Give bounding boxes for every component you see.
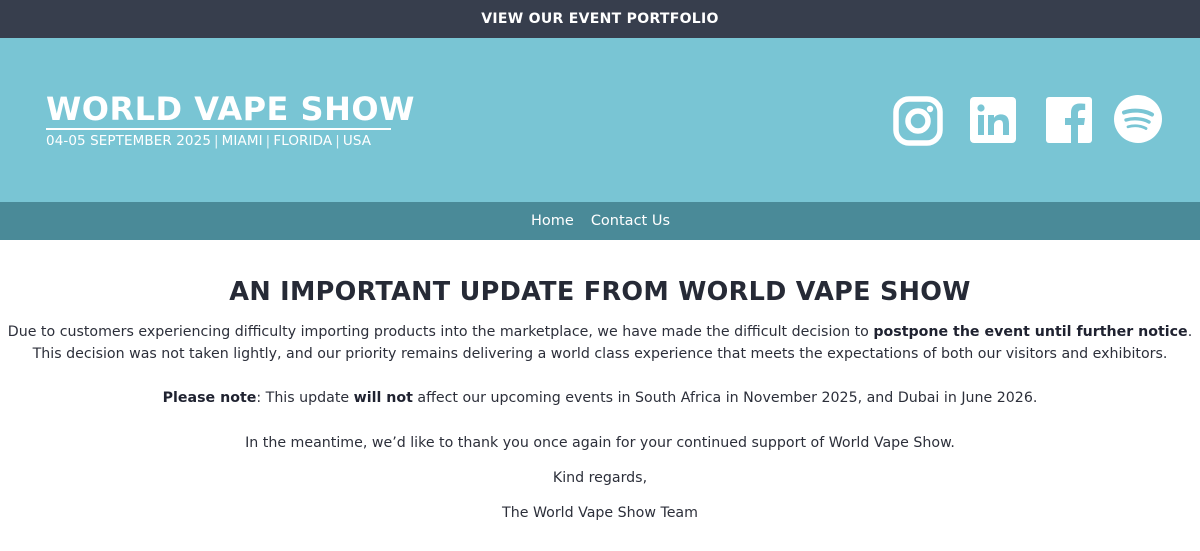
event-portfolio-link[interactable]: VIEW OUR EVENT PORTFOLIO	[0, 0, 1200, 38]
please-note-label: Please note	[162, 390, 257, 406]
linkedin-icon	[970, 97, 1016, 143]
announcement-text-end: .	[1187, 324, 1193, 340]
logo-separator: |	[214, 133, 219, 149]
logo-city: MIAMI	[221, 133, 263, 149]
facebook-link[interactable]	[1046, 97, 1092, 143]
facebook-icon	[1046, 97, 1092, 143]
kind-regards: Kind regards,	[552, 470, 648, 486]
logo-country: USA	[342, 133, 372, 149]
logo-separator: |	[335, 133, 340, 149]
announcement-text: Due to customers experiencing difficulty…	[7, 324, 874, 340]
please-note-text: : This update	[256, 390, 354, 406]
thank-you-paragraph: In the meantime, we’d like to thank you …	[245, 435, 955, 451]
announcement-paragraph: Due to customers experiencing difficulty…	[0, 321, 1200, 365]
hero-banner: WORLD VAPE SHOW 04-05 SEPTEMBER 2025 | MIA…	[0, 38, 1200, 202]
please-note-paragraph: Please note: This update will not affect…	[0, 387, 1200, 409]
logo-dates: 04-05 SEPTEMBER 2025	[46, 133, 212, 149]
page-title: AN IMPORTANT UPDATE FROM WORLD VAPE SHOW	[229, 277, 971, 307]
spotify-link[interactable]	[1113, 94, 1163, 144]
logo-subtitle: 04-05 SEPTEMBER 2025 | MIAMI | FLORIDA | USA	[46, 130, 415, 152]
instagram-icon	[893, 96, 943, 146]
signature: The World Vape Show Team	[502, 505, 698, 521]
announcement-content: AN IMPORTANT UPDATE FROM WORLD VAPE SHOW…	[0, 240, 1200, 524]
logo-separator: |	[265, 133, 271, 149]
announcement-text-line2: This decision was not taken lightly, and…	[32, 346, 1168, 362]
will-not-emphasis: will not	[353, 390, 413, 406]
logo-state: FLORIDA	[273, 133, 333, 149]
nav-home-link[interactable]: Home	[530, 213, 574, 229]
spotify-icon	[1114, 95, 1162, 143]
world-vape-show-logo[interactable]: WORLD VAPE SHOW 04-05 SEPTEMBER 2025 | MIA…	[46, 90, 415, 152]
nav-contact-link[interactable]: Contact Us	[590, 213, 670, 229]
please-note-text-end: affect our upcoming events in South Afri…	[412, 390, 1038, 406]
postpone-notice: postpone the event until further notice	[873, 324, 1188, 340]
logo-title: WORLD VAPE SHOW	[46, 90, 415, 128]
linkedin-link[interactable]	[970, 97, 1016, 143]
main-nav: Home Contact Us	[0, 202, 1200, 240]
instagram-link[interactable]	[893, 96, 943, 146]
